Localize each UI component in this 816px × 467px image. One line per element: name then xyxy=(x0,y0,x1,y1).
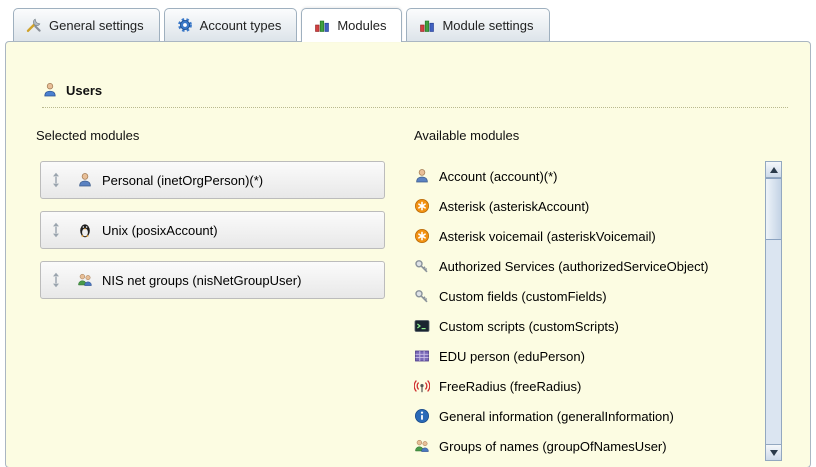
remove-module-button[interactable] xyxy=(356,271,374,289)
available-module-label: Groups of names (groupOfNamesUser) xyxy=(439,439,728,454)
key-icon xyxy=(414,258,430,274)
available-module-label: Authorized Services (authorizedServiceOb… xyxy=(439,259,728,274)
selected-modules-column: Selected modules Personal (inetOrgPerson… xyxy=(36,128,414,461)
add-module-button[interactable] xyxy=(736,258,752,274)
tab-bar: General settings Account types Modules M… xyxy=(5,8,811,41)
selected-module-row[interactable]: Personal (inetOrgPerson)(*) xyxy=(40,161,385,199)
scrollbar-down-button[interactable] xyxy=(766,444,781,460)
available-module-row: General information (generalInformation) xyxy=(414,401,752,431)
selected-module-label: Unix (posixAccount) xyxy=(102,223,356,238)
add-module-button[interactable] xyxy=(736,198,752,214)
available-modules-column: Available modules Account (account)(*) As… xyxy=(414,128,788,461)
tab-module-settings[interactable]: Module settings xyxy=(406,8,549,41)
selected-modules-heading: Selected modules xyxy=(36,128,414,143)
available-module-row: Authorized Services (authorizedServiceOb… xyxy=(414,251,752,281)
remove-module-button[interactable] xyxy=(356,221,374,239)
available-module-label: General information (generalInformation) xyxy=(439,409,728,424)
add-module-button[interactable] xyxy=(736,438,752,454)
tab-account-types[interactable]: Account types xyxy=(164,8,298,41)
antenna-icon xyxy=(414,378,430,394)
available-module-row: EDU person (eduPerson) xyxy=(414,341,752,371)
selected-module-label: Personal (inetOrgPerson)(*) xyxy=(102,173,356,188)
tab-label: General settings xyxy=(49,18,144,33)
modules-icon xyxy=(314,17,330,33)
add-module-button[interactable] xyxy=(736,318,752,334)
edu-icon xyxy=(414,348,430,364)
tab-modules[interactable]: Modules xyxy=(301,8,402,42)
add-module-button[interactable] xyxy=(736,288,752,304)
add-module-button[interactable] xyxy=(736,228,752,244)
group-icon xyxy=(77,272,93,288)
available-module-label: FreeRadius (freeRadius) xyxy=(439,379,728,394)
info-icon xyxy=(414,408,430,424)
add-module-button[interactable] xyxy=(736,378,752,394)
terminal-icon xyxy=(414,318,430,334)
section-header: Users xyxy=(42,82,788,108)
user-icon xyxy=(42,82,58,98)
available-module-label: EDU person (eduPerson) xyxy=(439,349,728,364)
module-settings-icon xyxy=(419,17,435,33)
scrollbar-up-button[interactable] xyxy=(766,162,781,178)
tab-label: Module settings xyxy=(442,18,533,33)
available-module-label: Custom scripts (customScripts) xyxy=(439,319,728,334)
content-panel: Users Selected modules Personal (inetOrg… xyxy=(5,41,811,467)
asterisk-icon xyxy=(414,198,430,214)
add-module-button[interactable] xyxy=(736,408,752,424)
available-module-row: Groups of names (groupOfNamesUser) xyxy=(414,431,752,461)
key-icon xyxy=(414,288,430,304)
drag-handle-icon[interactable] xyxy=(51,222,61,238)
modules-columns: Selected modules Personal (inetOrgPerson… xyxy=(36,128,788,461)
add-module-button[interactable] xyxy=(736,168,752,184)
selected-module-label: NIS net groups (nisNetGroupUser) xyxy=(102,273,356,288)
tools-icon xyxy=(26,17,42,33)
remove-module-button[interactable] xyxy=(356,171,374,189)
selected-module-row[interactable]: NIS net groups (nisNetGroupUser) xyxy=(40,261,385,299)
tab-label: Account types xyxy=(200,18,282,33)
available-module-row: Custom scripts (customScripts) xyxy=(414,311,752,341)
tab-label: Modules xyxy=(337,18,386,33)
selected-modules-list: Personal (inetOrgPerson)(*) Unix (posixAc… xyxy=(36,161,414,299)
scrollbar-thumb[interactable] xyxy=(766,178,781,240)
available-module-row: Asterisk voicemail (asteriskVoicemail) xyxy=(414,221,752,251)
gear-icon xyxy=(177,17,193,33)
available-module-row: Custom fields (customFields) xyxy=(414,281,752,311)
penguin-icon xyxy=(77,222,93,238)
scrollbar[interactable] xyxy=(765,161,782,461)
person-icon xyxy=(414,168,430,184)
available-modules-wrap: Account (account)(*) Asterisk (asteriskAc… xyxy=(414,161,788,461)
available-module-label: Account (account)(*) xyxy=(439,169,728,184)
available-module-row: FreeRadius (freeRadius) xyxy=(414,371,752,401)
available-modules-list: Account (account)(*) Asterisk (asteriskAc… xyxy=(414,161,752,461)
up-arrow-icon xyxy=(770,167,778,173)
lam-config-widget: General settings Account types Modules M… xyxy=(0,0,816,467)
down-arrow-icon xyxy=(770,450,778,456)
available-module-label: Asterisk voicemail (asteriskVoicemail) xyxy=(439,229,728,244)
asterisk-icon xyxy=(414,228,430,244)
tab-general-settings[interactable]: General settings xyxy=(13,8,160,41)
add-module-button[interactable] xyxy=(736,348,752,364)
drag-handle-icon[interactable] xyxy=(51,272,61,288)
available-module-row: Account (account)(*) xyxy=(414,161,752,191)
selected-module-row[interactable]: Unix (posixAccount) xyxy=(40,211,385,249)
available-module-row: Asterisk (asteriskAccount) xyxy=(414,191,752,221)
available-modules-heading: Available modules xyxy=(414,128,788,143)
available-module-label: Asterisk (asteriskAccount) xyxy=(439,199,728,214)
person-icon xyxy=(77,172,93,188)
drag-handle-icon[interactable] xyxy=(51,172,61,188)
section-title: Users xyxy=(66,83,102,98)
available-module-label: Custom fields (customFields) xyxy=(439,289,728,304)
group-icon xyxy=(414,438,430,454)
